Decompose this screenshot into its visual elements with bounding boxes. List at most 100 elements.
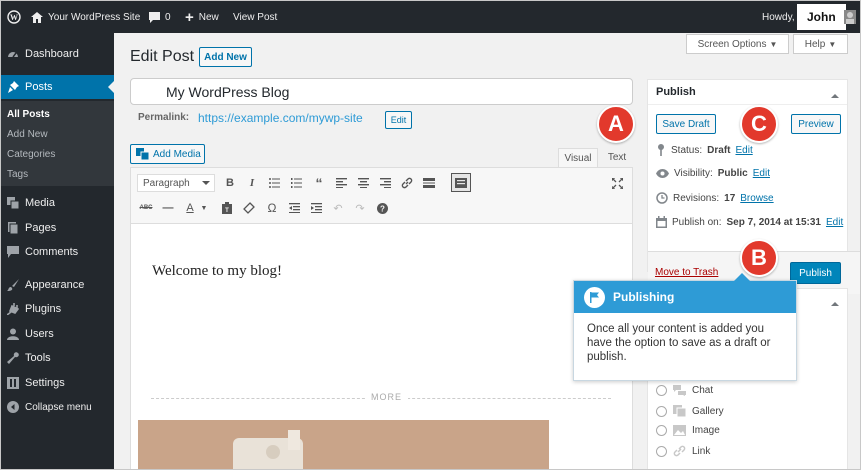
format-option-image[interactable]: Image	[656, 425, 720, 436]
special-character-icon[interactable]: Ω	[264, 200, 280, 216]
format-option-link[interactable]: Link	[656, 445, 710, 457]
format-option-chat[interactable]: Chat	[656, 385, 713, 396]
tab-visual[interactable]: Visual	[558, 148, 598, 167]
wordpress-logo-icon[interactable]: W	[7, 1, 21, 33]
sidebar-item-posts[interactable]: Posts	[1, 75, 114, 99]
new-content-link[interactable]: + New	[185, 1, 219, 33]
caret-up-icon[interactable]	[831, 298, 839, 306]
preview-button[interactable]: Preview	[791, 114, 841, 134]
publish-on-edit-link[interactable]: Edit	[826, 217, 843, 228]
sidebar-item-label: Dashboard	[25, 48, 79, 60]
post-image[interactable]	[138, 420, 549, 469]
publish-box-header[interactable]: Publish	[648, 80, 847, 105]
post-title-input[interactable]	[130, 78, 633, 105]
publish-button[interactable]: Publish	[790, 262, 841, 284]
redo-icon[interactable]: ↷	[352, 200, 368, 216]
admin-bar: W Your WordPress Site 0 + New View Post …	[1, 1, 860, 33]
caret-down-icon[interactable]: ▼	[199, 200, 209, 216]
clear-formatting-icon[interactable]	[241, 200, 257, 216]
screen-options-button[interactable]: Screen Options ▼	[686, 34, 789, 54]
svg-text:W: W	[10, 13, 18, 22]
plugin-icon	[7, 303, 19, 315]
format-select-value: Paragraph	[143, 177, 190, 189]
sidebar-item-plugins[interactable]: Plugins	[1, 297, 114, 321]
outdent-icon[interactable]	[286, 200, 302, 216]
visibility-edit-link[interactable]: Edit	[753, 168, 770, 179]
sidebar-item-comments[interactable]: Comments	[1, 240, 114, 264]
sidebar-item-tools[interactable]: Tools	[1, 346, 114, 370]
move-to-trash-link[interactable]: Move to Trash	[655, 267, 718, 278]
fullscreen-icon[interactable]	[609, 175, 625, 191]
toolbar-toggle-icon[interactable]	[451, 173, 471, 192]
strikethrough-icon[interactable]: ABC	[138, 200, 154, 216]
publishing-tooltip: Publishing Once all your content is adde…	[573, 273, 797, 381]
revisions-value: 17	[724, 192, 736, 204]
undo-icon[interactable]: ↶	[330, 200, 346, 216]
help-circle-icon[interactable]: ?	[374, 200, 390, 216]
bold-icon[interactable]: B	[222, 175, 238, 191]
horizontal-line-icon[interactable]: —	[160, 200, 176, 216]
text-color-icon[interactable]: A	[182, 200, 198, 216]
comment-count: 0	[165, 11, 171, 23]
submenu-tags[interactable]: Tags	[7, 169, 28, 180]
add-new-button[interactable]: Add New	[199, 47, 252, 67]
avatar[interactable]	[844, 1, 856, 33]
status-label: Status:	[671, 144, 703, 156]
paste-text-icon[interactable]: T	[219, 200, 235, 216]
view-post-link[interactable]: View Post	[233, 1, 277, 33]
add-media-button[interactable]: Add Media	[130, 144, 205, 164]
sidebar-item-settings[interactable]: Settings	[1, 371, 114, 395]
bulleted-list-icon[interactable]	[266, 175, 282, 191]
radio-button[interactable]	[656, 445, 667, 457]
sidebar-item-label: Media	[25, 197, 55, 209]
align-right-icon[interactable]	[377, 175, 393, 191]
permalink-edit-button[interactable]: Edit	[385, 111, 412, 129]
caret-down-icon: ▼	[769, 39, 778, 49]
format-option-gallery[interactable]: Gallery	[656, 405, 724, 417]
site-name-link[interactable]: Your WordPress Site	[31, 1, 140, 33]
radio-button[interactable]	[656, 385, 667, 396]
sidebar-item-label: Pages	[25, 222, 57, 234]
sidebar-item-label: Posts	[25, 81, 53, 93]
page-title: Edit Post	[130, 48, 195, 65]
help-button[interactable]: Help ▼	[793, 34, 848, 54]
italic-icon[interactable]: I	[244, 175, 260, 191]
blockquote-icon[interactable]: “	[311, 175, 327, 191]
numbered-list-icon[interactable]	[288, 175, 304, 191]
sidebar-item-collapse[interactable]: Collapse menu	[1, 395, 114, 419]
permalink-url[interactable]: https://example.com/mywp-site	[198, 111, 363, 125]
sidebar-item-dashboard[interactable]: Dashboard	[1, 42, 114, 66]
sidebar-item-users[interactable]: Users	[1, 322, 114, 346]
user-name[interactable]: John	[797, 4, 846, 30]
tooltip-title: Publishing	[613, 290, 675, 304]
sidebar-item-appearance[interactable]: Appearance	[1, 273, 114, 297]
read-more-icon[interactable]	[421, 175, 437, 191]
revisions-browse-link[interactable]: Browse	[740, 193, 773, 204]
callout-marker-a: A	[597, 105, 635, 143]
tab-text[interactable]: Text	[600, 148, 634, 167]
post-content[interactable]: Welcome to my blog!	[152, 263, 282, 280]
status-edit-link[interactable]: Edit	[735, 145, 752, 156]
submenu-categories[interactable]: Categories	[7, 149, 55, 160]
submenu-add-new[interactable]: Add New	[7, 129, 48, 140]
radio-button[interactable]	[656, 425, 667, 436]
settings-icon	[7, 377, 19, 389]
save-draft-button[interactable]: Save Draft	[656, 114, 716, 134]
view-post-label: View Post	[233, 11, 278, 23]
align-center-icon[interactable]	[355, 175, 371, 191]
users-icon	[7, 328, 19, 340]
link-icon[interactable]	[399, 175, 415, 191]
pin-icon	[8, 81, 19, 93]
radio-button[interactable]	[656, 405, 667, 417]
screen: W Your WordPress Site 0 + New View Post …	[0, 0, 861, 470]
sidebar-item-pages[interactable]: Pages	[1, 216, 114, 240]
align-left-icon[interactable]	[333, 175, 349, 191]
submenu-all-posts[interactable]: All Posts	[7, 109, 50, 120]
svg-text:T: T	[225, 208, 229, 214]
caret-up-icon[interactable]	[831, 90, 839, 98]
flag-icon	[584, 286, 605, 308]
indent-icon[interactable]	[308, 200, 324, 216]
comments-link[interactable]: 0	[149, 1, 171, 33]
paragraph-format-select[interactable]: Paragraph	[137, 174, 215, 192]
sidebar-item-media[interactable]: Media	[1, 191, 114, 215]
